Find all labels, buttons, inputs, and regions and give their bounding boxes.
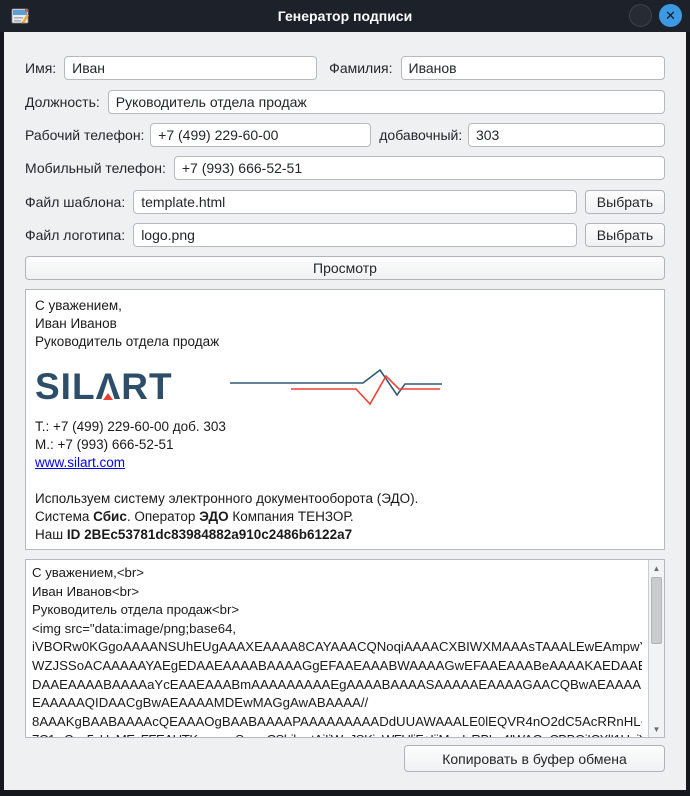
template-file-label: Файл шаблона: bbox=[25, 190, 125, 214]
edo-line1: Используем систему электронного документ… bbox=[35, 490, 655, 508]
signature-preview: С уважением, Иван Иванов Руководитель от… bbox=[25, 289, 665, 550]
code-line: <img src="data:image/png;base64, bbox=[32, 620, 642, 639]
titlebar: Генератор подписи ✕ bbox=[0, 0, 690, 32]
surname-label: Фамилия: bbox=[329, 56, 392, 80]
window-title: Генератор подписи bbox=[0, 8, 690, 24]
name-input[interactable] bbox=[64, 56, 317, 80]
html-source-textarea[interactable]: С уважением,<br> Иван Иванов<br> Руковод… bbox=[25, 559, 665, 738]
code-line: Иван Иванов<br> bbox=[32, 583, 642, 602]
website-link[interactable]: www.silart.com bbox=[35, 455, 125, 470]
position-input[interactable] bbox=[108, 90, 665, 114]
scrollbar-track[interactable] bbox=[649, 576, 664, 721]
logo-red-triangle bbox=[103, 393, 113, 400]
copy-to-clipboard-button[interactable]: Копировать в буфер обмена bbox=[404, 745, 665, 772]
template-file-input[interactable] bbox=[133, 190, 577, 214]
choose-logo-button[interactable]: Выбрать bbox=[585, 223, 665, 247]
preview-greeting: С уважением, bbox=[35, 297, 655, 315]
preview-mobile-phone: М.: +7 (993) 666-52-51 bbox=[35, 436, 655, 454]
extension-input[interactable] bbox=[468, 123, 665, 147]
edo-id-line: Наш ID 2BEc53781dc83984882a910c2486b6122… bbox=[35, 526, 655, 544]
logo-file-label: Файл логотипа: bbox=[25, 223, 125, 247]
preview-work-phone: Т.: +7 (499) 229-60-00 доб. 303 bbox=[35, 418, 655, 436]
logo-file-input[interactable] bbox=[133, 223, 577, 247]
scroll-down-icon[interactable]: ▼ bbox=[649, 721, 664, 737]
code-line: 8AAAKgBAABAAAAcQEAAAOgBAABAAAAPAAAAAAAAA… bbox=[32, 713, 642, 732]
preview-full-name: Иван Иванов bbox=[35, 315, 655, 333]
work-phone-input[interactable] bbox=[150, 123, 371, 147]
app-icon bbox=[10, 6, 31, 27]
code-line: Руководитель отдела продаж<br> bbox=[32, 601, 642, 620]
code-line: EAAAAAQIDAACgBwAEAAAAMDEwMAGgAwABAAAA// bbox=[32, 694, 642, 713]
mobile-phone-input[interactable] bbox=[174, 156, 665, 180]
minimize-button[interactable] bbox=[629, 4, 652, 27]
scrollbar-thumb[interactable] bbox=[651, 577, 662, 644]
app-window: Генератор подписи ✕ Имя: Фамилия: Должно… bbox=[0, 0, 690, 796]
scroll-up-icon[interactable]: ▲ bbox=[649, 560, 664, 576]
main-content: Имя: Фамилия: Должность: Рабочий телефон… bbox=[4, 32, 686, 790]
name-label: Имя: bbox=[25, 56, 56, 80]
code-line: DAAEAAAABAAAAaYcEAAEAAABmAAAAAAAAAEgAAAA… bbox=[32, 676, 642, 695]
vertical-scrollbar[interactable]: ▲ ▼ bbox=[648, 560, 664, 737]
html-source-content[interactable]: С уважением,<br> Иван Иванов<br> Руковод… bbox=[26, 560, 648, 737]
company-logo: SILΛRT bbox=[35, 363, 655, 411]
code-line: iVBORw0KGgoAAAANSUhEUgAAAXEAAAA8CAYAAACQ… bbox=[32, 638, 642, 657]
code-line: С уважением,<br> bbox=[32, 564, 642, 583]
extension-label: добавочный: bbox=[379, 123, 462, 147]
mobile-phone-label: Мобильный телефон: bbox=[25, 156, 166, 180]
close-button[interactable]: ✕ bbox=[659, 4, 682, 27]
edo-line2: Система Сбис. Оператор ЭДО Компания ТЕНЗ… bbox=[35, 508, 655, 526]
position-label: Должность: bbox=[25, 90, 100, 114]
choose-template-button[interactable]: Выбрать bbox=[585, 190, 665, 214]
work-phone-label: Рабочий телефон: bbox=[25, 123, 144, 147]
preview-position: Руководитель отдела продаж bbox=[35, 333, 655, 351]
waveform-graphic bbox=[228, 365, 444, 409]
silart-logo-text: SILΛRT bbox=[35, 367, 173, 407]
code-line: 7C1wCne5vUqMEvFFEAUTKrczcxwSgwqCSbibnrtA… bbox=[32, 731, 642, 737]
preview-button[interactable]: Просмотр bbox=[25, 256, 665, 280]
code-line: WZJSSoACAAAAAYAEgEDAAEAAAABAAAAGgEFAAEAA… bbox=[32, 657, 642, 676]
surname-input[interactable] bbox=[401, 56, 665, 80]
